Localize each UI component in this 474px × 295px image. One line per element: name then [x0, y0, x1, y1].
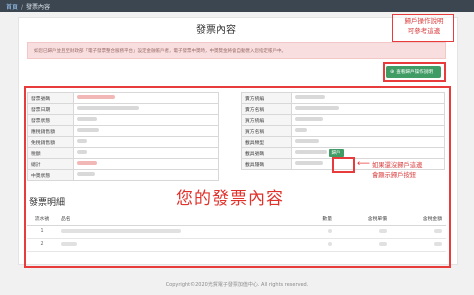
items-section-title: 發票明細 — [29, 198, 66, 208]
field-value — [73, 169, 219, 181]
field-label: 總計 — [27, 158, 74, 170]
open-account-highlight — [332, 157, 355, 173]
field-value — [73, 114, 219, 126]
table-row: 發票日期 — [27, 103, 219, 115]
invoice-items-table: 流水號 品名 數量 含稅單價 含稅金額 1 2 — [27, 213, 446, 252]
field-value — [73, 103, 219, 115]
table-row: 2 — [27, 238, 446, 252]
field-label: 載具隱碼 — [241, 158, 292, 170]
invoice-content-annotation: 您的發票內容 — [176, 189, 284, 209]
table-row: 總計 — [27, 158, 219, 170]
field-value — [73, 147, 219, 159]
field-label: 發票號碼 — [27, 92, 74, 104]
breadcrumb-home-link[interactable]: 首頁 — [6, 4, 18, 11]
table-row: 買方統編 — [241, 114, 445, 126]
table-row: 發票狀態 — [27, 114, 219, 126]
table-row: 1 — [27, 225, 446, 239]
item-number: 1 — [27, 225, 57, 239]
guide-annotation-line: 歸戶操作說明 — [404, 17, 444, 25]
copyright-footer: Copyright©2020光貿電子發票加值中心. All rights res… — [165, 282, 309, 288]
field-label: 免稅銷售額 — [27, 136, 74, 148]
table-row: 發票號碼 — [27, 92, 219, 104]
column-header: 含稅金額 — [391, 213, 446, 226]
column-header: 數量 — [282, 213, 336, 226]
table-row: 載具類型 — [241, 136, 445, 148]
field-label: 發票狀態 — [27, 114, 74, 126]
item-amount — [391, 238, 446, 252]
field-label: 應稅銷售額 — [27, 125, 74, 137]
field-value — [291, 114, 445, 126]
field-value — [291, 92, 445, 104]
field-label: 買方名稱 — [241, 125, 292, 137]
page-title: 發票內容 — [196, 25, 236, 36]
field-value — [73, 92, 219, 104]
breadcrumb: 首頁 / 發票內容 — [0, 0, 474, 12]
field-label: 賣方名稱 — [241, 103, 292, 115]
table-row: 稅額 — [27, 147, 219, 159]
field-label: 發票日期 — [27, 103, 74, 115]
field-value — [291, 125, 445, 137]
field-value — [73, 158, 219, 170]
alert-banner: 如您已歸戶並且至財政部「電子發票整合服務平台」設定金融帳戶者，電子發票中獎時，中… — [27, 42, 446, 59]
open-annotation-line: 如果還沒歸戶這邊 — [372, 162, 423, 169]
page: 首頁 / 發票內容 發票內容 如您已歸戶並且至財政部「電子發票整合服務平台」設定金融… — [0, 0, 474, 295]
table-row: 中獎狀態 — [27, 169, 219, 181]
item-unit-price — [336, 225, 391, 239]
field-label: 買方統編 — [241, 114, 292, 126]
item-name — [57, 225, 282, 239]
plus-circle-icon: ⊕ — [390, 68, 395, 75]
field-label: 賣方統編 — [241, 92, 292, 104]
column-header: 流水號 — [27, 213, 57, 226]
column-header: 含稅單價 — [336, 213, 391, 226]
field-label: 中獎狀態 — [27, 169, 74, 181]
field-value — [291, 136, 445, 148]
open-account-button[interactable]: 歸戶 — [328, 149, 344, 157]
breadcrumb-separator: / — [21, 4, 24, 11]
item-unit-price — [336, 238, 391, 252]
open-annotation-line: 會顯示歸戶按鈕 — [372, 172, 417, 179]
field-value: 歸戶 — [291, 147, 445, 159]
view-guide-button-label: 查看歸戶操作說明 — [396, 70, 433, 75]
table-row: 應稅銷售額 — [27, 125, 219, 137]
table-row: 免稅銷售額 — [27, 136, 219, 148]
invoice-info-table: 發票號碼 發票日期 發票狀態 應稅銷售額 免稅銷售額 稅額 總計 中獎狀態 — [27, 92, 219, 181]
arrow-icon: ⟵ — [357, 159, 370, 169]
breadcrumb-current: 發票內容 — [26, 4, 51, 11]
field-value — [73, 125, 219, 137]
field-value — [73, 136, 219, 148]
field-label: 載具類型 — [241, 136, 292, 148]
field-label: 載具號碼 — [241, 147, 292, 159]
item-quantity — [282, 238, 336, 252]
field-label: 稅額 — [27, 147, 74, 159]
guide-annotation: 歸戶操作說明 可參考這邊 — [397, 16, 451, 36]
field-value — [291, 103, 445, 115]
item-quantity — [282, 225, 336, 239]
guide-annotation-line: 可參考這邊 — [407, 27, 441, 35]
table-header-row: 流水號 品名 數量 含稅單價 含稅金額 — [27, 213, 446, 226]
open-account-annotation: 如果還沒歸戶這邊 會顯示歸戶按鈕 — [372, 161, 422, 181]
table-row: 賣方統編 — [241, 92, 445, 104]
column-header: 品名 — [57, 213, 282, 226]
item-name — [57, 238, 282, 252]
view-guide-button[interactable]: ⊕ 查看歸戶操作說明 — [386, 66, 441, 78]
item-number: 2 — [27, 238, 57, 252]
item-amount — [391, 225, 446, 239]
table-row: 買方名稱 — [241, 125, 445, 137]
table-row: 賣方名稱 — [241, 103, 445, 115]
